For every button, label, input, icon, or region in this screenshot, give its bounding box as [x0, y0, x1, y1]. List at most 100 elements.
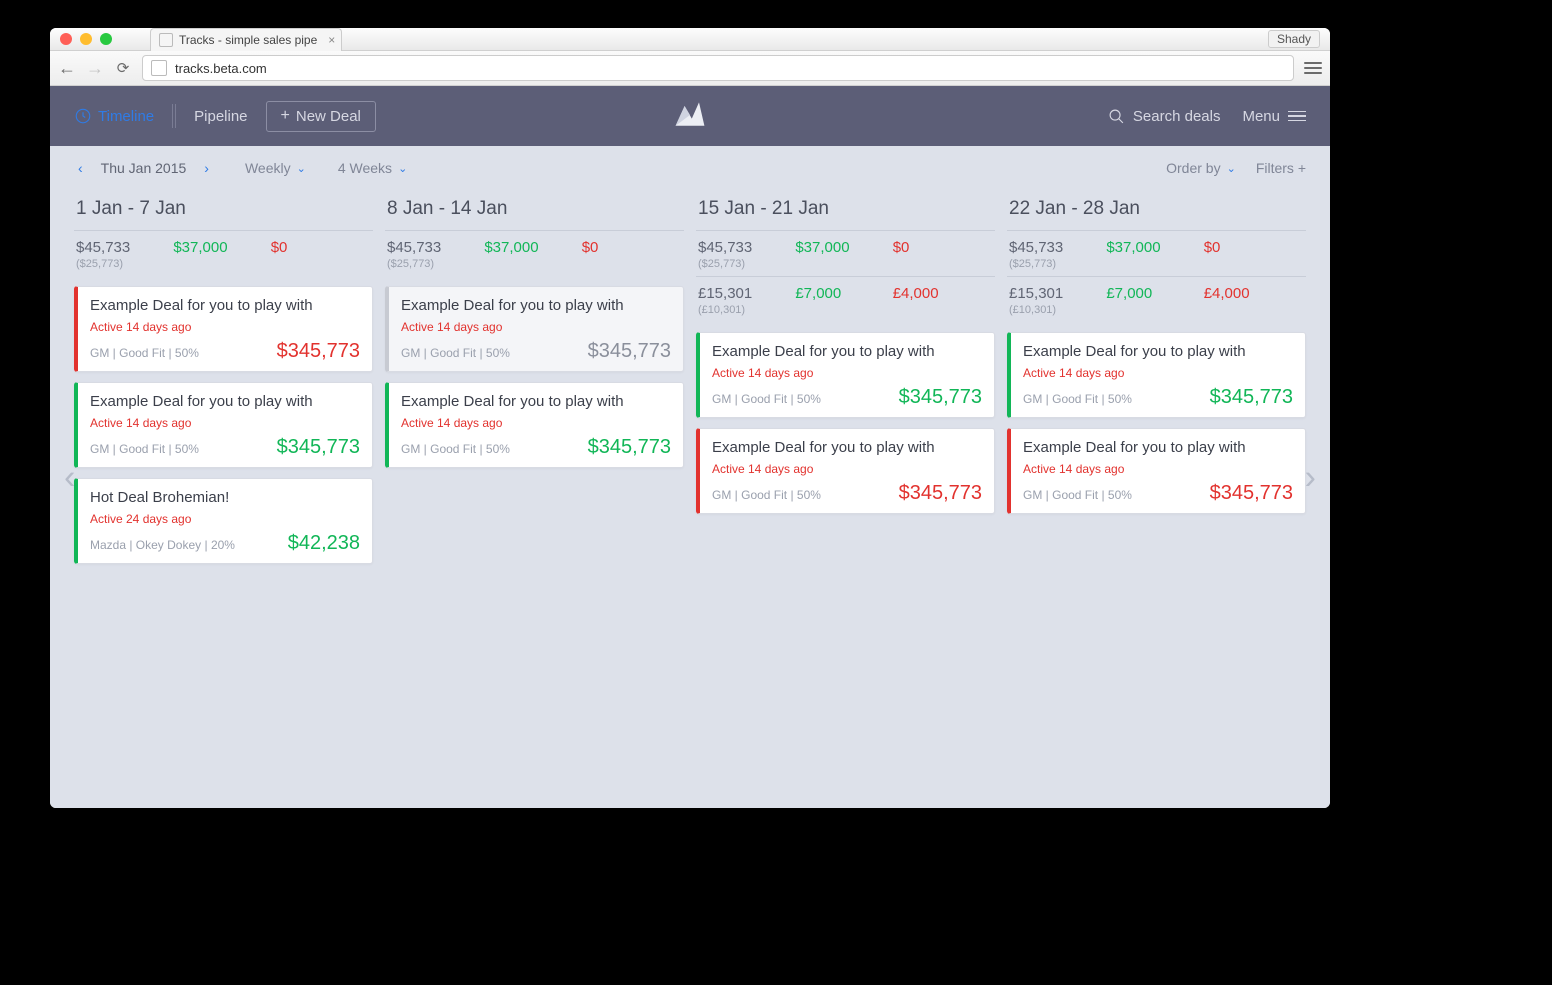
scroll-left-button[interactable]: ‹: [54, 449, 85, 508]
deal-card[interactable]: Example Deal for you to play with Active …: [74, 382, 373, 468]
timeline-column: 15 Jan - 21 Jan $45,733$37,000$0 ($25,773)…: [696, 190, 995, 564]
deal-active: Active 14 days ago: [90, 416, 360, 430]
nav-pipeline[interactable]: Pipeline: [194, 108, 247, 125]
deal-card[interactable]: Example Deal for you to play withActive …: [385, 382, 684, 468]
deal-card[interactable]: Example Deal for you to play withActive …: [1007, 428, 1306, 514]
search-placeholder: Search deals: [1133, 108, 1221, 125]
deal-card[interactable]: Example Deal for you to play with Active …: [74, 286, 373, 372]
close-window-icon[interactable]: [60, 33, 72, 45]
deal-active: Active 14 days ago: [1023, 366, 1293, 380]
order-by-label: Order by: [1166, 160, 1220, 176]
summary-total: $45,733: [387, 239, 484, 256]
menu-icon: [1288, 111, 1306, 122]
deal-title: Example Deal for you to play with: [90, 393, 360, 410]
tab-close-icon[interactable]: ×: [328, 33, 335, 47]
browser-menu-icon[interactable]: [1304, 62, 1322, 74]
deal-active: Active 14 days ago: [401, 416, 671, 430]
back-button[interactable]: ←: [58, 58, 76, 79]
span-select[interactable]: 4 Weeks ⌄: [338, 160, 407, 176]
column-summary: $45,733$37,000$0($25,773): [385, 230, 684, 276]
deal-amount: $345,773: [899, 386, 982, 409]
next-period-button[interactable]: ›: [200, 160, 213, 176]
prev-period-button[interactable]: ‹: [74, 160, 87, 176]
summary-won: $37,000: [1106, 239, 1203, 256]
summary-won: $37,000: [795, 239, 892, 256]
summary-sub: ($25,773): [76, 258, 371, 270]
summary-lost: $0: [893, 239, 990, 256]
column-summary: $45,733$37,000$0($25,773): [1007, 230, 1306, 276]
window-titlebar: Tracks - simple sales pipe × Shady: [50, 28, 1330, 51]
app-header: Timeline Pipeline + New Deal Search deal…: [50, 86, 1330, 146]
summary-lost: £4,000: [893, 285, 990, 302]
column-summary: $45,733$37,000$0($25,773): [74, 230, 373, 276]
order-by-select[interactable]: Order by ⌄: [1166, 160, 1236, 176]
address-bar[interactable]: tracks.beta.com: [142, 55, 1294, 81]
deal-active: Active 14 days ago: [712, 366, 982, 380]
filters-button[interactable]: Filters +: [1256, 160, 1306, 176]
maximize-window-icon[interactable]: [100, 33, 112, 45]
clock-icon: [74, 107, 92, 125]
column-title: 1 Jan - 7 Jan: [76, 198, 373, 220]
deal-card[interactable]: Example Deal for you to play with Active …: [1007, 332, 1306, 418]
deal-title: Hot Deal Brohemian!: [90, 489, 360, 506]
scroll-right-button[interactable]: ›: [1295, 449, 1326, 508]
favicon-icon: [159, 33, 173, 47]
deal-title: Example Deal for you to play with: [712, 343, 982, 360]
summary-total: $45,733: [698, 239, 795, 256]
deal-amount: $345,773: [1210, 482, 1293, 505]
current-period: Thu Jan 2015: [101, 160, 187, 176]
summary-total: $45,733: [1009, 239, 1106, 256]
deal-title: Example Deal for you to play with: [401, 297, 671, 314]
logo-icon: [672, 100, 708, 130]
reload-button[interactable]: ⟳: [114, 59, 132, 77]
deal-amount: $345,773: [277, 340, 360, 363]
deal-meta: GM | Good Fit | 50%: [401, 346, 510, 360]
granularity-select[interactable]: Weekly ⌄: [245, 160, 306, 176]
deal-active: Active 24 days ago: [90, 512, 360, 526]
column-title: 8 Jan - 14 Jan: [387, 198, 684, 220]
deal-meta: GM | Good Fit | 50%: [712, 392, 821, 406]
deal-active: Active 14 days ago: [712, 462, 982, 476]
deal-card[interactable]: Hot Deal Brohemian! Active 24 days ago Maz…: [74, 478, 373, 564]
column-title: 22 Jan - 28 Jan: [1009, 198, 1306, 220]
column-summary: £15,301£7,000£4,000(£10,301): [1007, 276, 1306, 322]
deal-meta: GM | Good Fit | 50%: [712, 488, 821, 502]
deal-card[interactable]: Example Deal for you to play withActive …: [385, 286, 684, 372]
chevron-down-icon: ⌄: [398, 162, 407, 175]
url-text: tracks.beta.com: [175, 61, 267, 76]
summary-won: $37,000: [173, 239, 270, 256]
deal-meta: GM | Good Fit | 50%: [1023, 392, 1132, 406]
timeline-column: 1 Jan - 7 Jan $45,733$37,000$0($25,773) Ex…: [74, 190, 373, 564]
summary-won: £7,000: [1106, 285, 1203, 302]
deal-card[interactable]: Example Deal for you to play with Active …: [696, 332, 995, 418]
deal-amount: $345,773: [588, 340, 671, 363]
timeline-column: 8 Jan - 14 Jan $45,733$37,000$0($25,773) E…: [385, 190, 684, 564]
column-title: 15 Jan - 21 Jan: [698, 198, 995, 220]
deal-amount: $345,773: [899, 482, 982, 505]
deal-title: Example Deal for you to play with: [1023, 343, 1293, 360]
summary-total: £15,301: [1009, 285, 1106, 302]
deal-meta: Mazda | Okey Dokey | 20%: [90, 538, 235, 552]
summary-won: £7,000: [795, 285, 892, 302]
summary-sub: ($25,773): [387, 258, 682, 270]
search-icon: [1108, 108, 1125, 125]
minimize-window-icon[interactable]: [80, 33, 92, 45]
menu-button[interactable]: Menu: [1242, 108, 1306, 125]
deal-title: Example Deal for you to play with: [90, 297, 360, 314]
new-deal-button[interactable]: + New Deal: [266, 101, 376, 132]
deal-amount: $345,773: [277, 436, 360, 459]
deal-card[interactable]: Example Deal for you to play withActive …: [696, 428, 995, 514]
browser-tab[interactable]: Tracks - simple sales pipe ×: [150, 28, 342, 51]
deal-active: Active 14 days ago: [90, 320, 360, 334]
chevron-down-icon: ⌄: [1227, 162, 1236, 175]
nav-timeline[interactable]: Timeline: [74, 107, 154, 125]
extension-button[interactable]: Shady: [1268, 30, 1320, 48]
page-icon: [151, 60, 167, 76]
menu-label: Menu: [1242, 108, 1280, 125]
deal-amount: $345,773: [588, 436, 671, 459]
summary-total: £15,301: [698, 285, 795, 302]
summary-sub: ($25,773): [698, 258, 993, 270]
plus-icon: +: [281, 108, 290, 124]
search-deals[interactable]: Search deals: [1108, 108, 1221, 125]
new-deal-label: New Deal: [296, 108, 361, 125]
